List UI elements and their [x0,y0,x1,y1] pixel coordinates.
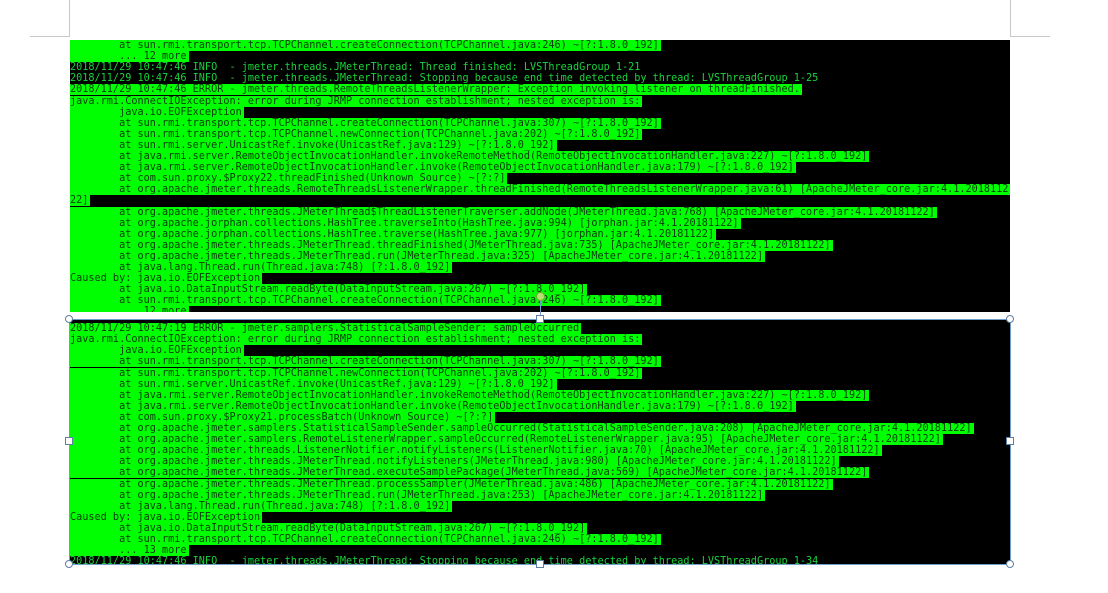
log-line: at java.lang.Thread.run(Thread.java:748)… [70,262,453,273]
margin-mark-top-left-v [69,0,70,37]
log-line-text: at org.apache.jorphan.collections.HashTr… [70,217,741,229]
log-line: java.io.EOFException [70,106,244,118]
log-line-text: java.io.EOFException [70,106,244,118]
resize-handle-icon[interactable] [65,560,73,568]
log-line-text: at java.rmi.server.RemoteObjectInvocatio… [70,151,870,162]
log-line: 2018/11/29 10:47:46 INFO - jmeter.thread… [70,73,820,84]
log-line-text: 2018/11/29 10:47:46 INFO - jmeter.thread… [70,73,819,85]
log-line-text: 2018/11/29 10:47:46 INFO - jmeter.thread… [70,62,641,74]
resize-handle-icon[interactable] [536,315,544,323]
log-line-text: at java.io.DataInputStream.readByte(Data… [70,284,588,296]
log-line-text: at sun.rmi.server.UnicastRef.invoke(Unic… [70,139,557,151]
log-line: 2018/11/29 10:47:46 ERROR - jmeter.threa… [70,84,802,96]
log-line: at sun.rmi.transport.tcp.TCPChannel.crea… [70,295,661,307]
log-line-text: at org.apache.jmeter.threads.JMeterThrea… [70,206,937,218]
log-line: at com.sun.proxy.$Proxy22.threadFinished… [70,173,508,185]
log-line: at org.apache.jmeter.threads.RemoteThrea… [70,184,1010,196]
log-line: at sun.rmi.transport.tcp.TCPChannel.crea… [70,117,661,129]
log-line-text: at sun.rmi.transport.tcp.TCPChannel.newC… [70,128,643,140]
resize-handle-icon[interactable] [65,315,73,323]
log-line-text: at sun.rmi.transport.tcp.TCPChannel.crea… [70,117,661,129]
log-line-text: at com.sun.proxy.$Proxy22.threadFinished… [70,173,508,185]
resize-handle-icon[interactable] [536,560,544,568]
log-line-text: at sun.rmi.transport.tcp.TCPChannel.crea… [70,295,661,307]
margin-mark-top-right-v [1010,0,1011,37]
log-line-text: 22] [70,195,91,207]
log-line: at sun.rmi.server.UnicastRef.invoke(Unic… [70,139,557,151]
log-line-text: 2018/11/29 10:47:46 ERROR - jmeter.threa… [70,84,802,96]
rotate-handle-icon[interactable] [536,292,545,301]
log-line-text: at org.apache.jmeter.threads.JMeterThrea… [70,250,766,262]
log-screenshot-top[interactable]: at sun.rmi.transport.tcp.TCPChannel.crea… [70,40,1010,312]
log-line-text: at sun.rmi.transport.tcp.TCPChannel.crea… [70,40,661,51]
resize-handle-icon[interactable] [65,437,73,445]
margin-mark-top-left-h [30,36,70,37]
log-line-text: at java.rmi.server.RemoteObjectInvocatio… [70,162,796,174]
log-line-text: at org.apache.jorphan.collections.HashTr… [70,228,717,240]
resize-handle-icon[interactable] [1006,315,1014,323]
selection-frame [69,319,1011,565]
log-line: Caused by: java.io.EOFException [70,273,263,285]
log-line-text: ... 12 more [70,306,189,312]
log-line-text: Caused by: java.io.EOFException [70,273,263,285]
log-line: at org.apache.jorphan.collections.HashTr… [70,217,741,229]
log-line: at org.apache.jmeter.threads.JMeterThrea… [70,250,766,262]
log-line-text: ... 12 more [70,51,189,63]
margin-mark-top-right-h [1010,36,1050,37]
log-line-text: at org.apache.jmeter.threads.RemoteThrea… [70,184,1010,196]
log-line: 2018/11/29 10:47:46 INFO - jmeter.thread… [70,62,642,73]
log-line: ... 12 more [70,51,189,63]
log-line: java.rmi.ConnectIOException: error durin… [70,95,643,107]
log-line: at sun.rmi.transport.tcp.TCPChannel.newC… [70,128,643,140]
log-line-text: at java.lang.Thread.run(Thread.java:748)… [70,262,453,273]
log-line: at java.rmi.server.RemoteObjectInvocatio… [70,162,796,174]
log-line: at sun.rmi.transport.tcp.TCPChannel.crea… [70,40,661,51]
resize-handle-icon[interactable] [1006,437,1014,445]
log-line: ... 12 more [70,306,189,312]
log-line-text: at org.apache.jmeter.threads.JMeterThrea… [70,239,833,251]
log-line: at org.apache.jmeter.threads.JMeterThrea… [70,206,937,218]
log-line: at java.io.DataInputStream.readByte(Data… [70,284,588,296]
log-line: at org.apache.jmeter.threads.JMeterThrea… [70,239,833,251]
log-line: at java.rmi.server.RemoteObjectInvocatio… [70,151,870,162]
log-line: 22] [70,195,91,207]
log-line-text: java.rmi.ConnectIOException: error durin… [70,95,643,107]
log-line: at org.apache.jorphan.collections.HashTr… [70,228,717,240]
resize-handle-icon[interactable] [1006,560,1014,568]
